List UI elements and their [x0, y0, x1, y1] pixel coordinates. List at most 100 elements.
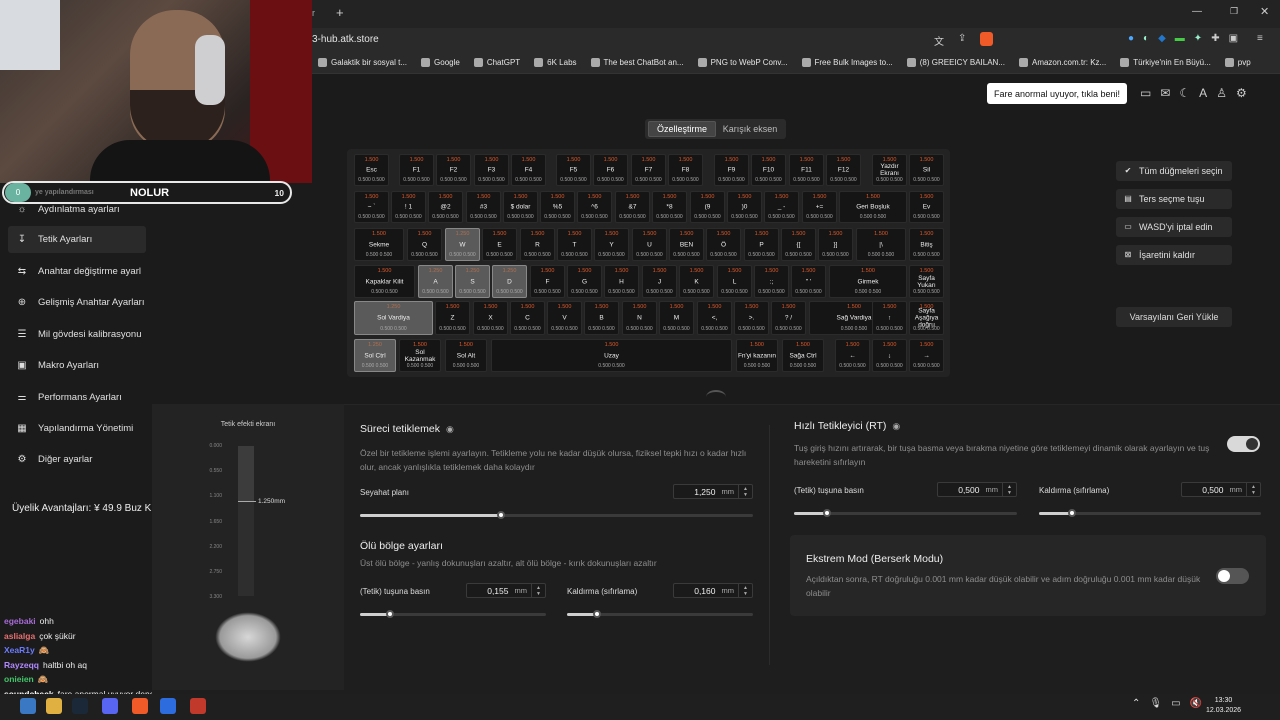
berserk-toggle[interactable] [1216, 568, 1249, 584]
bookmark-item[interactable]: Galaktik bir sosyal t... [318, 58, 407, 67]
key[interactable]: 1.500 Kapaklar Kilit 0.500 0.500 [354, 265, 415, 298]
puzzle-icon[interactable]: ✚ [1211, 33, 1219, 44]
bookmark-item[interactable]: PNG to WebP Conv... [697, 58, 788, 67]
key[interactable]: 1.250 W 0.500 0.500 [445, 228, 480, 261]
slider-knob[interactable] [592, 610, 601, 618]
brave-shield-icon[interactable] [980, 32, 993, 46]
stepper-icon[interactable]: ▲ ▼ [531, 584, 545, 597]
sidebar-item[interactable]: ☰ Mil gövdesi kalibrasyonu [8, 321, 146, 348]
rapid-release-input[interactable]: 0,500 mm ▲ ▼ [1181, 482, 1261, 497]
bookmark-item[interactable]: Amazon.com.tr: Kz... [1018, 58, 1106, 67]
key[interactable]: 1.500 M 0.500 0.500 [659, 301, 694, 335]
bookmark-item[interactable]: pvp [1224, 58, 1251, 67]
key[interactable]: 1.500 Fn'yi kazanın 0.500 0.500 [736, 339, 778, 372]
bookmark-item[interactable]: 6K Labs [534, 58, 577, 67]
key[interactable]: 1.500 $ dolar 0.500 0.500 [503, 191, 538, 223]
key[interactable]: 1.500 H 0.500 0.500 [604, 265, 639, 298]
eye-icon[interactable]: ◉ [892, 421, 900, 432]
key[interactable]: 1.500 F2 0.500 0.500 [436, 154, 471, 186]
key[interactable]: 1.500 F9 0.500 0.500 [714, 154, 749, 186]
travel-slider[interactable] [360, 511, 753, 519]
bookmark-item[interactable]: ChatGPT [473, 58, 520, 67]
key[interactable]: 1.500 X 0.500 0.500 [473, 301, 508, 335]
stepper-icon[interactable]: ▲ ▼ [738, 584, 752, 597]
clock[interactable]: 13:30 12.03.2026 [1206, 696, 1241, 716]
key[interactable]: 1.500 J 0.500 0.500 [642, 265, 677, 298]
key[interactable]: 1.500 Ö 0.500 0.500 [706, 228, 741, 261]
extension-icon[interactable]: ◆ [1158, 33, 1166, 44]
unmark-button[interactable]: ⊠ İşaretini kaldır [1116, 245, 1232, 265]
eye-icon[interactable]: ◉ [446, 424, 454, 435]
key[interactable]: 1.500 Q 0.500 0.500 [407, 228, 442, 261]
key[interactable]: 1.250 A 0.500 0.500 [418, 265, 453, 298]
key[interactable]: 1.500 F5 0.500 0.500 [556, 154, 591, 186]
key[interactable]: 1.500 Sayfa Yukarı 0.500 0.500 [909, 265, 944, 298]
key[interactable]: 1.500 F8 0.500 0.500 [668, 154, 703, 186]
tab-mixed-axis[interactable]: Karışık eksen [717, 121, 783, 137]
extension-icon[interactable]: ◐ [1143, 33, 1149, 44]
rapid-press-slider[interactable] [794, 509, 1017, 517]
key[interactable]: 1.500 Ev 0.500 0.500 [909, 191, 944, 223]
share-icon[interactable]: ⇪ [958, 33, 966, 44]
key[interactable]: 1.500 Sol Alt 0.500 0.500 [445, 339, 487, 372]
sidebar-item[interactable]: ⚙ Diğer ayarlar [8, 446, 146, 473]
key[interactable]: 1.500 >. 0.500 0.500 [734, 301, 769, 335]
minimize-icon[interactable]: — [1192, 6, 1202, 17]
key[interactable]: 1.250 S 0.500 0.500 [455, 265, 490, 298]
close-icon[interactable]: ✕ [1260, 5, 1269, 18]
extension-icon[interactable]: ▬ [1175, 33, 1185, 44]
chevron-up-icon[interactable]: ⌃ [1132, 698, 1140, 709]
key[interactable]: 1.500 ↑ 0.500 0.500 [872, 301, 907, 335]
key[interactable]: 1.500 Girmek 0.500 0.500 [829, 265, 907, 298]
key[interactable]: 1.500 %5 0.500 0.500 [540, 191, 575, 223]
maximize-icon[interactable]: ❐ [1230, 6, 1238, 17]
key[interactable]: 1.500 K 0.500 0.500 [679, 265, 714, 298]
key[interactable]: 1.500 L 0.500 0.500 [717, 265, 752, 298]
key[interactable]: 1.500 Sekme 0.500 0.500 [354, 228, 404, 261]
rapid-release-slider[interactable] [1039, 509, 1261, 517]
key[interactable]: 1.500 Sol Kazanmak 0.500 0.500 [399, 339, 441, 372]
key[interactable]: 1.500 P 0.500 0.500 [744, 228, 779, 261]
language-icon[interactable]: A [1199, 86, 1207, 100]
travel-input[interactable]: 1,250 mm ▲ ▼ [673, 484, 753, 499]
menu-icon[interactable]: ≡ [1257, 33, 1263, 44]
sidebar-item[interactable]: ⇆ Anahtar değiştirme ayarl [8, 258, 146, 285]
key[interactable]: 1.500 ↓ 0.500 0.500 [872, 339, 907, 372]
url-field[interactable]: 3-hub.atk.store [312, 34, 379, 45]
tab-partial[interactable]: r [312, 8, 315, 18]
brave-icon[interactable] [132, 698, 148, 714]
key[interactable]: 1.500 Yazdır Ekranı 0.500 0.500 [872, 154, 907, 186]
sidebar-item[interactable]: ↧ Tetik Ayarları [8, 226, 146, 253]
stepper-icon[interactable]: ▲ ▼ [1002, 483, 1016, 496]
slider-knob[interactable] [385, 610, 394, 618]
key[interactable]: 1.500 += 0.500 0.500 [802, 191, 837, 223]
key[interactable]: 1.500 F12 0.500 0.500 [826, 154, 861, 186]
key[interactable]: 1.500 Uzay 0.500 0.500 [491, 339, 732, 372]
moon-icon[interactable]: ☾ [1179, 86, 1190, 100]
key[interactable]: 1.500 → 0.500 0.500 [909, 339, 944, 372]
key[interactable]: 1.500 F 0.500 0.500 [530, 265, 565, 298]
app-icon[interactable] [160, 698, 176, 714]
key[interactable]: 1.500 {[0.500 0.500 [781, 228, 816, 261]
key[interactable]: 1.500 ! 1 0.500 0.500 [391, 191, 426, 223]
deadzone-release-slider[interactable] [567, 610, 753, 618]
bookmark-item[interactable]: (8) GREEICY BAILAN... [906, 58, 1005, 67]
steam-icon[interactable] [72, 698, 88, 714]
gear-icon[interactable]: ⚙ [1236, 86, 1247, 100]
mouse-notice-button[interactable]: Fare anormal uyuyor, tıkla beni! [987, 83, 1127, 104]
bookmark-item[interactable]: The best ChatBot an... [590, 58, 684, 67]
device-icon[interactable]: ▭ [1140, 86, 1151, 100]
key[interactable]: 1.500 U 0.500 0.500 [632, 228, 667, 261]
key[interactable]: 1.500 F4 0.500 0.500 [511, 154, 546, 186]
tab-customize[interactable]: Özelleştirme [648, 121, 716, 137]
key[interactable]: 1.500 *8 0.500 0.500 [652, 191, 687, 223]
select-all-keys-button[interactable]: ✔ Tüm düğmeleri seçin [1116, 161, 1232, 181]
extension-icon[interactable]: ✦ [1194, 33, 1202, 44]
key[interactable]: 1.500 C 0.500 0.500 [510, 301, 545, 335]
key[interactable]: 1.250 Sol Ctrl 0.500 0.500 [354, 339, 396, 372]
key[interactable]: 1.500 Esc 0.500 0.500 [354, 154, 389, 186]
key[interactable]: 1.500 V 0.500 0.500 [547, 301, 582, 335]
message-icon[interactable]: ✉ [1160, 86, 1170, 100]
key[interactable]: 1.500 &7 0.500 0.500 [615, 191, 650, 223]
app-icon[interactable] [190, 698, 206, 714]
